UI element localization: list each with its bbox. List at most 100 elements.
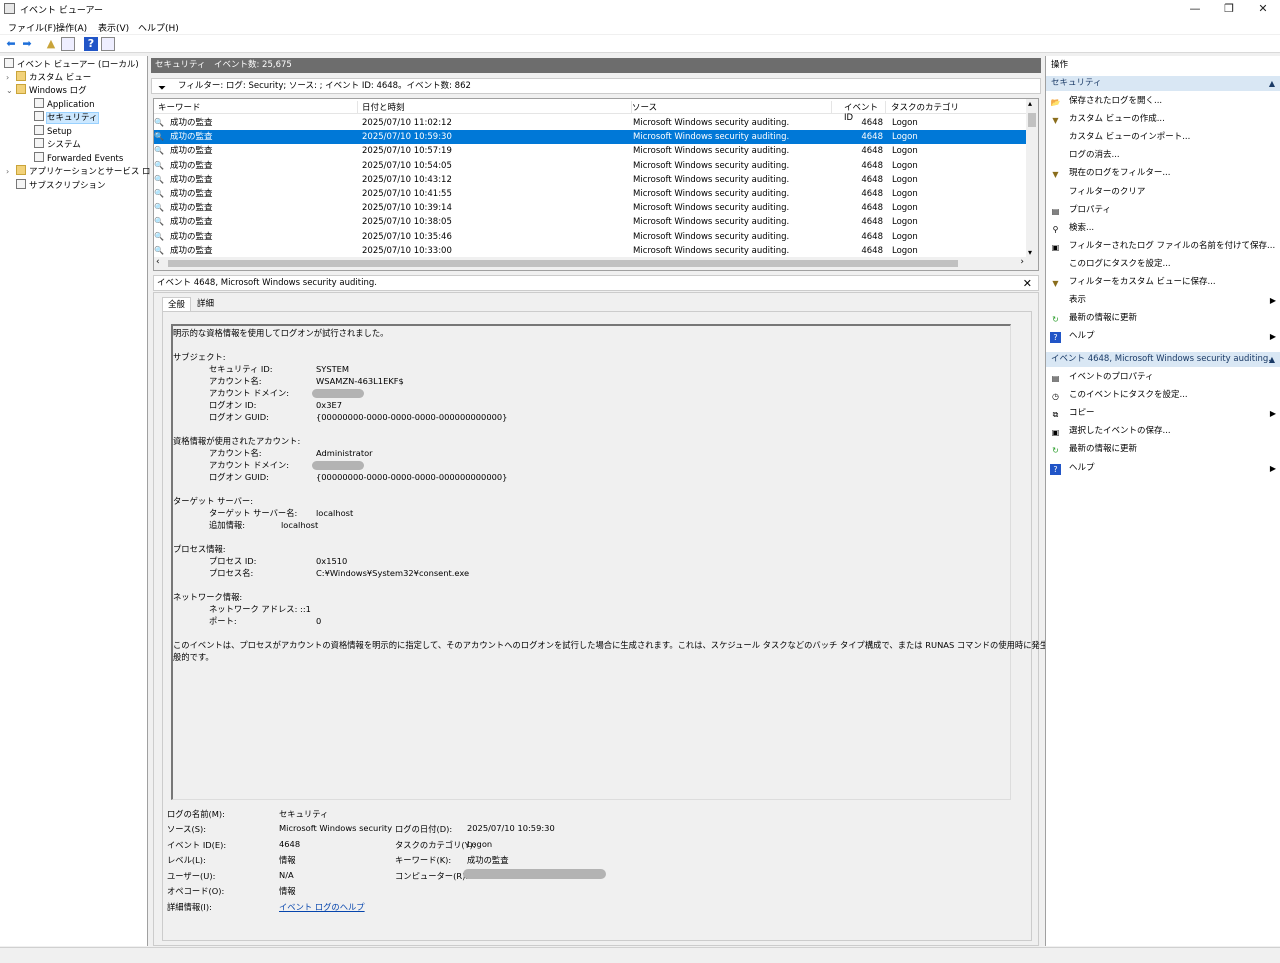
maximize-button[interactable]: ❐ xyxy=(1212,0,1246,18)
col-source[interactable]: ソース xyxy=(632,101,832,114)
show-hide-action-pane-icon[interactable] xyxy=(101,37,115,51)
event-row[interactable]: 🔍 成功の監査 2025/07/10 10:59:30 Microsoft Windo… xyxy=(154,130,1026,145)
action-item[interactable]: ◷ このイベントにタスクを設定... xyxy=(1050,387,1278,404)
event-row[interactable]: 🔍 成功の監査 2025/07/10 10:38:05 Microsoft Windo… xyxy=(154,215,1026,229)
close-detail-icon[interactable]: ✕ xyxy=(1023,276,1032,291)
menu-view[interactable]: 表示(V) xyxy=(98,21,129,34)
scroll-right-icon[interactable]: › xyxy=(1020,257,1024,267)
action-label: プロパティ xyxy=(1069,204,1111,215)
tab-general[interactable]: 全般 xyxy=(162,297,192,311)
chevron-right-icon[interactable]: › xyxy=(6,71,16,84)
tree-item-windows-logs[interactable]: ⌄ Windows ログ xyxy=(6,84,87,97)
event-row[interactable]: 🔍 成功の監査 2025/07/10 10:43:12 Microsoft Windo… xyxy=(154,173,1026,187)
action-item[interactable]: ↻ 最新の情報に更新 xyxy=(1050,310,1278,327)
action-item[interactable]: 表示 ▶ xyxy=(1050,292,1278,309)
chevron-down-icon[interactable]: ⌄ xyxy=(6,84,16,97)
cell-category: Logon xyxy=(892,245,918,256)
action-item[interactable]: ログの消去... xyxy=(1050,147,1278,164)
desc-subject: サブジェクト: xyxy=(173,352,226,362)
col-keyword[interactable]: キーワード xyxy=(158,101,358,114)
action-item[interactable]: ▤ イベントのプロパティ xyxy=(1050,369,1278,386)
tree-item-custom-views[interactable]: › カスタム ビュー xyxy=(6,71,91,84)
action-item[interactable]: このログにタスクを設定... xyxy=(1050,256,1278,273)
show-hide-tree-icon[interactable] xyxy=(61,37,75,51)
action-item[interactable]: ▣ フィルターされたログ ファイルの名前を付けて保存... xyxy=(1050,238,1278,255)
actions-section-security[interactable]: セキュリティ ▲ xyxy=(1046,76,1280,91)
tree-item-root[interactable]: イベント ビューアー (ローカル) xyxy=(4,58,139,71)
close-button[interactable]: ✕ xyxy=(1246,0,1280,18)
event-row[interactable]: 🔍 成功の監査 2025/07/10 10:33:00 Microsoft Windo… xyxy=(154,244,1026,258)
action-item[interactable]: ⚲ 検索... xyxy=(1050,220,1278,237)
tree-item-forwarded-events[interactable]: Forwarded Events xyxy=(34,152,123,165)
event-row[interactable]: 🔍 成功の監査 2025/07/10 10:35:46 Microsoft Windo… xyxy=(154,230,1026,244)
desc-label: アカウント名: xyxy=(209,448,262,458)
cell-category: Logon xyxy=(892,132,918,143)
action-item[interactable]: ▼ カスタム ビューの作成... xyxy=(1050,111,1278,128)
horizontal-scrollbar[interactable]: ‹ › xyxy=(154,257,1038,270)
action-item[interactable]: フィルターのクリア xyxy=(1050,184,1278,201)
event-row[interactable]: 🔍 成功の監査 2025/07/10 10:41:55 Microsoft Windo… xyxy=(154,187,1026,201)
menu-action[interactable]: 操作(A) xyxy=(56,21,87,34)
col-event-id[interactable]: イベント ID xyxy=(844,101,886,123)
event-row[interactable]: 🔍 成功の監査 2025/07/10 10:54:05 Microsoft Windo… xyxy=(154,159,1026,173)
action-item[interactable]: ↻ 最新の情報に更新 xyxy=(1050,441,1278,458)
cell-datetime: 2025/07/10 10:33:00 xyxy=(362,245,452,256)
event-row[interactable]: 🔍 成功の監査 2025/07/10 11:02:12 Microsoft Windo… xyxy=(154,116,1026,130)
event-viewer-window: イベント ビューアー — ❐ ✕ ファイル(F) 操作(A) 表示(V) ヘルプ… xyxy=(0,0,1280,963)
cell-keyword: 成功の監査 xyxy=(170,174,213,185)
event-row[interactable]: 🔍 成功の監査 2025/07/10 10:57:19 Microsoft Windo… xyxy=(154,144,1026,158)
action-item[interactable]: ▤ プロパティ xyxy=(1050,202,1278,219)
scroll-up-icon[interactable]: ▴ xyxy=(1028,99,1032,108)
action-item[interactable]: ▼ フィルターをカスタム ビューに保存... xyxy=(1050,274,1278,291)
action-item[interactable]: ▼ 現在のログをフィルター... xyxy=(1050,165,1278,182)
audit-success-key-icon: 🔍 xyxy=(154,132,164,142)
tree-item-system[interactable]: システム xyxy=(34,138,81,151)
cell-source: Microsoft Windows security auditing. xyxy=(633,231,790,242)
action-item[interactable]: 📂 保存されたログを開く... xyxy=(1050,93,1278,110)
back-arrow-icon[interactable]: ⬅ xyxy=(4,37,18,51)
tree-item-apps-services[interactable]: › アプリケーションとサービス ログ xyxy=(6,165,159,178)
action-label: カスタム ビューの作成... xyxy=(1069,114,1165,125)
menu-help[interactable]: ヘルプ(H) xyxy=(138,21,179,34)
console-tree: イベント ビューアー (ローカル) › カスタム ビュー ⌄ Windows ログ … xyxy=(0,56,159,946)
forward-arrow-icon[interactable]: ➡ xyxy=(20,37,34,51)
action-item[interactable]: ? ヘルプ ▶ xyxy=(1050,328,1278,345)
menu-file[interactable]: ファイル(F) xyxy=(8,21,56,34)
col-datetime[interactable]: 日付と時刻 xyxy=(362,101,632,114)
scroll-left-icon[interactable]: ‹ xyxy=(156,257,160,267)
vertical-scrollbar[interactable]: ▴ ▾ xyxy=(1026,99,1038,257)
action-item[interactable]: ▣ 選択したイベントの保存... xyxy=(1050,423,1278,440)
help-icon[interactable]: ? xyxy=(84,37,98,51)
actions-section-event[interactable]: イベント 4648, Microsoft Windows security au… xyxy=(1046,352,1280,367)
action-item[interactable]: ⧉ コピー ▶ xyxy=(1050,405,1278,422)
action-item[interactable]: カスタム ビューのインポート... xyxy=(1050,129,1278,146)
cell-eventid: 4648 xyxy=(861,132,883,143)
cell-keyword: 成功の監査 xyxy=(170,189,213,199)
help-icon: ? xyxy=(1050,332,1061,344)
tree-item-application[interactable]: Application xyxy=(34,98,95,111)
filter-icon: ⏷ xyxy=(158,83,166,94)
scroll-down-icon[interactable]: ▾ xyxy=(1028,248,1032,257)
action-item[interactable]: ? ヘルプ ▶ xyxy=(1050,460,1278,477)
up-folder-icon[interactable]: ▲ xyxy=(44,37,58,51)
col-category[interactable]: タスクのカテゴリ xyxy=(891,101,991,114)
tree-item-subscriptions[interactable]: サブスクリプション xyxy=(6,179,106,192)
scroll-thumb[interactable] xyxy=(168,260,958,267)
event-row[interactable]: 🔍 成功の監査 2025/07/10 10:39:14 Microsoft Windo… xyxy=(154,201,1026,215)
collapse-caret-icon[interactable]: ▲ xyxy=(1269,76,1275,91)
minimize-button[interactable]: — xyxy=(1178,0,1212,18)
event-description[interactable]: 明示的な資格情報を使用してログオンが試行されました。 サブジェクト: セキュリテ… xyxy=(171,324,1106,800)
collapse-caret-icon[interactable]: ▲ xyxy=(1269,352,1275,367)
tree-item-security[interactable]: セキュリティ xyxy=(34,111,99,124)
cell-datetime: 2025/07/10 10:54:05 xyxy=(362,160,452,171)
cell-category: Logon xyxy=(892,174,918,185)
action-label: ヘルプ xyxy=(1069,331,1095,342)
cell-category: Logon xyxy=(892,203,918,214)
cell-keyword: 成功の監査 xyxy=(170,245,213,256)
tab-details[interactable]: 詳細 xyxy=(192,297,219,311)
scroll-thumb[interactable] xyxy=(1028,113,1036,127)
chevron-right-icon[interactable]: › xyxy=(6,165,16,178)
desc-label: プロセス名: xyxy=(209,568,254,578)
event-log-help-link[interactable]: イベント ログのヘルプ xyxy=(279,901,365,913)
tree-item-setup[interactable]: Setup xyxy=(34,125,72,138)
